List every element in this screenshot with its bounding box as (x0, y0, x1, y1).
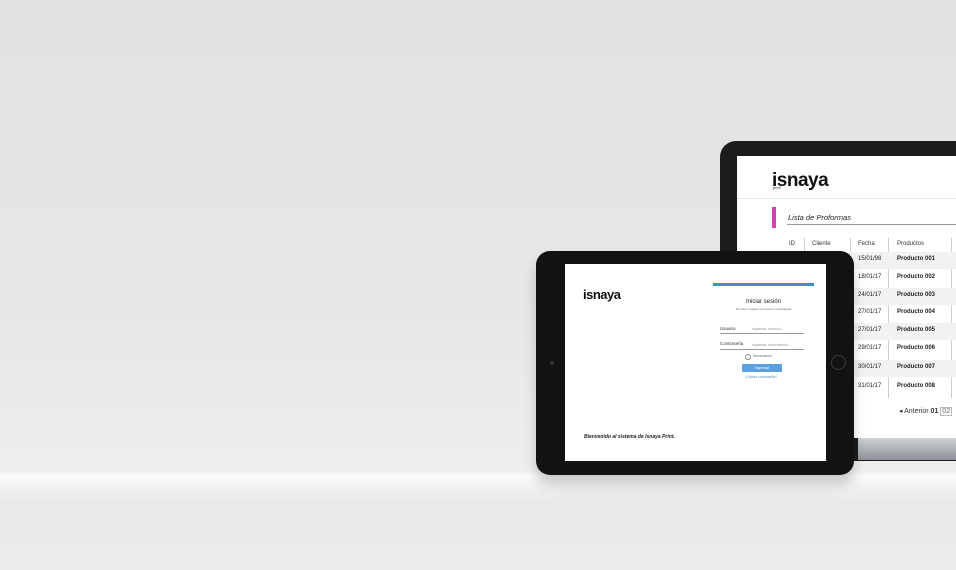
row-date: 15/01/98 (858, 256, 882, 262)
tablet-camera (550, 361, 554, 365)
row-product: Producto 006 (897, 345, 936, 351)
prev-page-link[interactable]: ◂ Anterior (899, 408, 929, 415)
login-title: Iniciar sesión (745, 299, 781, 305)
section-accent-bar (772, 207, 776, 228)
row-date: 18/01/17 (858, 274, 882, 280)
pagination: ◂ Anterior 01 02 (899, 407, 953, 416)
user-input[interactable]: Ingresar usuario... (752, 326, 784, 331)
page-1-link[interactable]: 01 (931, 408, 939, 415)
remember-checkbox[interactable] (745, 354, 751, 360)
row-date: 27/01/17 (858, 327, 882, 333)
row-product: Producto 007 (897, 364, 936, 370)
row-date: 30/01/17 (858, 364, 882, 370)
laptop-header-divider (737, 198, 956, 199)
tablet-home-button[interactable] (831, 355, 846, 370)
tablet-logo: isnaya (583, 287, 621, 302)
welcome-text: Bienvenido al sistema de Isnaya Print. (584, 434, 675, 440)
section-title-underline (787, 224, 956, 225)
laptop-logo-sub: print (773, 185, 781, 190)
login-accent-bar (713, 283, 814, 286)
row-date: 27/01/17 (858, 309, 882, 315)
section-title: Lista de Proformas (788, 213, 851, 222)
remember-label: Recordarme (753, 354, 773, 358)
user-input-underline (720, 333, 804, 334)
row-date: 29/01/17 (858, 345, 882, 351)
column-header-cliente[interactable]: Cliente (812, 241, 831, 247)
user-label: Usuario (720, 326, 736, 331)
password-label: Contraseña (720, 341, 744, 346)
row-date: 31/01/17 (858, 383, 882, 389)
password-input[interactable]: Ingresar contraseña... (752, 342, 791, 347)
laptop-hinge (858, 438, 956, 460)
row-product: Producto 003 (897, 292, 936, 298)
login-subtitle: Por favor ingrese su usuario y contraseñ… (735, 307, 792, 311)
row-product: Producto 005 (897, 327, 936, 333)
column-header-productos[interactable]: Productos (897, 241, 924, 247)
tablet-status-bar (565, 264, 826, 269)
column-header-id[interactable]: ID (789, 241, 795, 247)
row-product: Producto 001 (897, 256, 936, 262)
row-product: Producto 004 (897, 309, 936, 315)
row-product: Producto 002 (897, 274, 936, 280)
page-2-link[interactable]: 02 (940, 407, 953, 416)
forgot-password-link[interactable]: ¿Olvidó contraseña? (745, 375, 777, 379)
row-date: 24/01/17 (858, 292, 882, 298)
row-product: Producto 008 (897, 383, 936, 389)
login-button[interactable]: Ingresar (742, 364, 782, 372)
column-header-fecha[interactable]: Fecha (858, 241, 875, 247)
password-input-underline (720, 349, 804, 350)
